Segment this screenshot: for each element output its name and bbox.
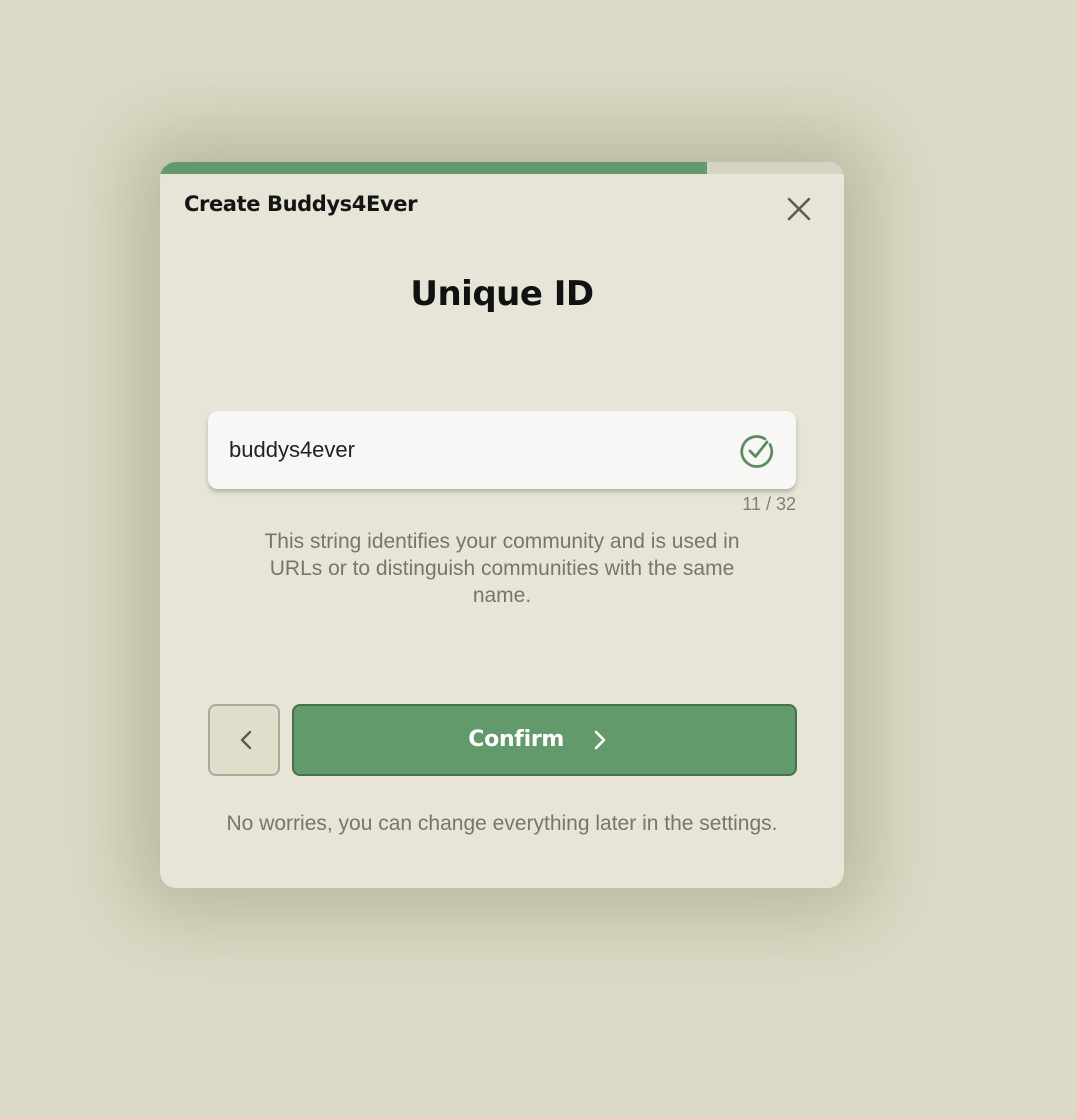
create-community-dialog: Create Buddys4Ever Unique ID 11 / 32 Thi… [160,162,844,888]
character-counter: 11 / 32 [742,494,796,514]
close-icon [787,197,811,221]
unique-id-field [208,411,796,489]
progress-bar-fill [160,162,708,174]
check-circle-icon [740,435,774,468]
unique-id-input[interactable] [229,411,729,489]
footer-note: No worries, you can change everything la… [226,812,778,835]
chevron-right-icon [594,730,606,750]
confirm-label: Confirm [468,727,564,752]
progress-bar [160,162,844,174]
close-button[interactable] [783,193,815,225]
help-text: This string identifies your community an… [264,530,740,607]
step-heading: Unique ID [410,274,594,314]
dialog-title: Create Buddys4Ever [184,192,418,216]
confirm-button[interactable]: Confirm [292,704,797,776]
